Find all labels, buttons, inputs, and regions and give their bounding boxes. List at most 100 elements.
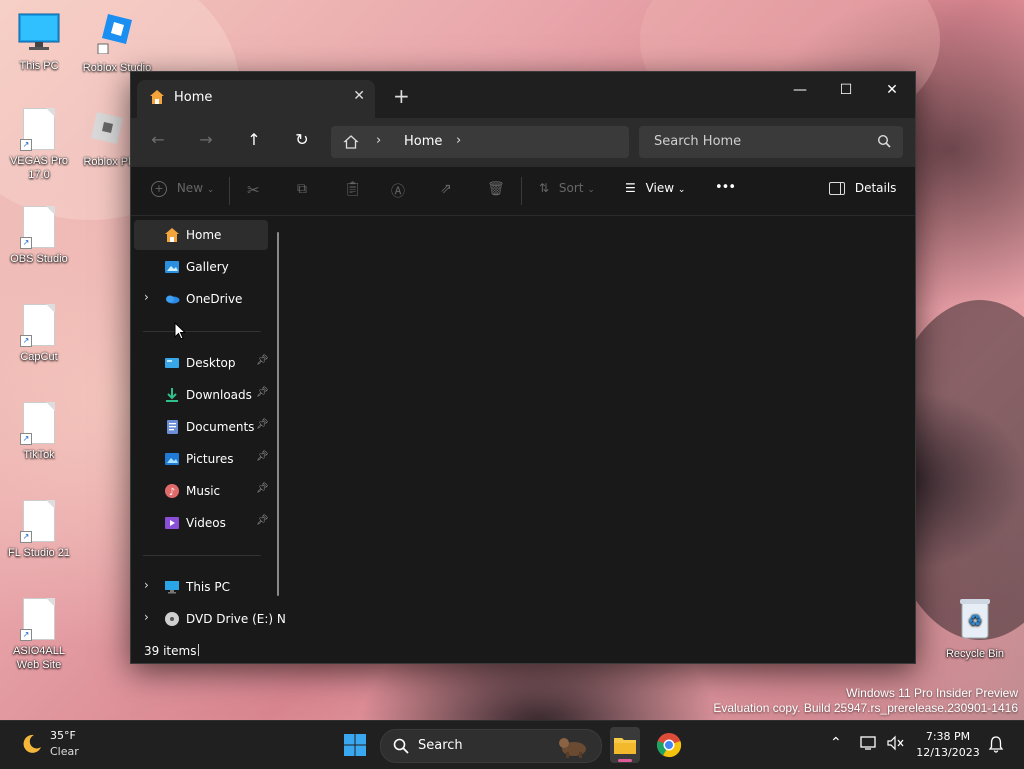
desktop-icon-label: TikTok bbox=[23, 449, 55, 461]
svg-text:♻: ♻ bbox=[968, 611, 982, 630]
file-shortcut-icon: ↗ bbox=[20, 304, 55, 347]
desktop-icon-label: ASIO4ALL Web Site bbox=[13, 645, 65, 671]
weather-temperature[interactable]: 35°F bbox=[50, 729, 76, 742]
more-options-button[interactable]: ••• bbox=[715, 180, 736, 195]
desktop-icon-tiktok[interactable]: ↗ TikTok bbox=[2, 402, 76, 462]
taskbar: 35°F Clear Search ⌃ 7:38 PM 12/13/2023 bbox=[0, 720, 1024, 769]
back-arrow-icon[interactable]: ← bbox=[145, 130, 171, 154]
desktop-icon-roblox-studio[interactable]: Roblox Studio bbox=[80, 10, 154, 75]
windows-start-icon[interactable] bbox=[343, 733, 367, 760]
taskbar-search-box[interactable]: Search bbox=[380, 729, 602, 763]
divider bbox=[229, 177, 230, 205]
pin-icon: 📌︎ bbox=[256, 355, 269, 366]
up-arrow-icon[interactable]: ↑ bbox=[241, 130, 267, 154]
display-icon[interactable] bbox=[860, 735, 878, 754]
forward-arrow-icon[interactable]: → bbox=[193, 130, 219, 154]
rename-icon[interactable]: Ⓐ bbox=[391, 181, 405, 201]
desktop-icon-vegas-pro[interactable]: ↗ VEGAS Pro 17.0 bbox=[2, 108, 76, 182]
new-tab-button[interactable]: + bbox=[393, 84, 410, 108]
new-button[interactable]: + New ⌄ bbox=[151, 181, 214, 197]
pin-icon: 📌︎ bbox=[256, 515, 269, 526]
share-icon[interactable]: ⇗ bbox=[440, 181, 452, 197]
file-shortcut-icon: ↗ bbox=[20, 500, 55, 543]
sort-label: Sort bbox=[558, 181, 584, 195]
search-highlight-icon bbox=[557, 733, 591, 762]
refresh-icon[interactable]: ↻ bbox=[289, 130, 315, 154]
details-pane-icon bbox=[829, 182, 845, 195]
close-tab-icon[interactable]: ✕ bbox=[353, 88, 365, 104]
sidebar-scrollbar[interactable] bbox=[277, 232, 279, 596]
clock-time: 7:38 PM bbox=[925, 730, 971, 743]
sidebar-item-pictures[interactable]: Pictures 📌︎ bbox=[134, 444, 269, 474]
desktop-icon-capcut[interactable]: ↗ CapCut bbox=[2, 304, 76, 364]
title-bar: Home ✕ + — ☐ ✕ bbox=[131, 72, 915, 118]
chevron-right-icon[interactable]: › bbox=[144, 610, 149, 624]
desktop-icon-label: Roblox Pl bbox=[83, 156, 131, 168]
watermark-line-1: Windows 11 Pro Insider Preview bbox=[846, 686, 1018, 700]
monitor-icon bbox=[2, 12, 76, 56]
sidebar-item-onedrive[interactable]: › OneDrive bbox=[134, 284, 268, 314]
delete-icon[interactable]: 🗑︎ bbox=[487, 181, 505, 197]
desktop-icon-obs-studio[interactable]: ↗ OBS Studio bbox=[2, 206, 76, 266]
weather-condition[interactable]: Clear bbox=[50, 745, 79, 758]
clock[interactable]: 7:38 PM 12/13/2023 bbox=[910, 729, 986, 761]
desktop-icon-this-pc[interactable]: This PC bbox=[2, 12, 76, 73]
desktop-icon-asio4all[interactable]: ↗ ASIO4ALL Web Site bbox=[2, 598, 76, 672]
sort-button[interactable]: ⇅ Sort ⌄ bbox=[539, 181, 595, 195]
sidebar-item-music[interactable]: ♪ Music 📌︎ bbox=[134, 476, 269, 506]
sidebar-item-videos[interactable]: Videos 📌︎ bbox=[134, 508, 269, 538]
close-window-button[interactable]: ✕ bbox=[869, 76, 915, 104]
pin-icon: 📌︎ bbox=[256, 419, 269, 430]
file-shortcut-icon: ↗ bbox=[20, 206, 55, 249]
file-shortcut-icon: ↗ bbox=[20, 402, 55, 445]
sidebar-item-gallery[interactable]: Gallery bbox=[134, 252, 268, 282]
search-box[interactable]: Search Home bbox=[639, 126, 903, 158]
chrome-icon[interactable] bbox=[656, 732, 682, 761]
clock-date: 12/13/2023 bbox=[916, 746, 980, 759]
chevron-right-icon[interactable]: › bbox=[144, 578, 149, 592]
mouse-cursor-icon bbox=[174, 321, 187, 343]
desktop-icon-label: VEGAS Pro 17.0 bbox=[9, 155, 69, 181]
address-bar[interactable]: › Home › bbox=[331, 126, 629, 158]
minimize-button[interactable]: — bbox=[777, 76, 823, 104]
view-list-icon: ☰ bbox=[625, 181, 636, 195]
chevron-right-icon[interactable]: › bbox=[144, 290, 149, 304]
maximize-button[interactable]: ☐ bbox=[823, 76, 869, 104]
desktop-icon-fl-studio[interactable]: ↗ FL Studio 21 bbox=[2, 500, 76, 560]
desktop-icon-recycle-bin[interactable]: ♻ Recycle Bin bbox=[938, 596, 1012, 661]
sidebar-item-documents[interactable]: Documents 📌︎ bbox=[134, 412, 269, 442]
sidebar-item-desktop[interactable]: Desktop 📌︎ bbox=[134, 348, 269, 378]
pictures-icon bbox=[164, 451, 180, 467]
sidebar-item-label: Music bbox=[186, 484, 221, 498]
file-explorer-taskbar-icon[interactable] bbox=[610, 727, 640, 763]
desktop-icon-label: OBS Studio bbox=[10, 253, 68, 265]
sidebar-item-home[interactable]: Home bbox=[134, 220, 268, 250]
sidebar-divider bbox=[143, 555, 261, 556]
documents-icon bbox=[164, 419, 180, 435]
sort-icon: ⇅ bbox=[539, 181, 550, 195]
notification-bell-icon[interactable] bbox=[988, 735, 1004, 756]
tab-home[interactable]: Home ✕ bbox=[137, 80, 375, 118]
paste-icon[interactable]: 📋︎ bbox=[344, 181, 362, 197]
details-button[interactable]: Details bbox=[829, 181, 896, 195]
chevron-right-icon[interactable]: › bbox=[456, 133, 461, 148]
chevron-up-icon[interactable]: ⌃ bbox=[830, 735, 842, 751]
recycle-bin-icon: ♻ bbox=[938, 596, 1012, 644]
sidebar-item-downloads[interactable]: Downloads 📌︎ bbox=[134, 380, 269, 410]
sidebar-item-dvd-drive[interactable]: › DVD Drive (E:) N bbox=[134, 604, 286, 634]
this-pc-icon bbox=[164, 579, 180, 595]
view-button[interactable]: ☰ View ⌄ bbox=[625, 181, 685, 195]
sidebar-item-this-pc[interactable]: › This PC bbox=[134, 572, 268, 602]
moon-weather-icon[interactable] bbox=[20, 732, 44, 759]
navigation-bar: ← → ↑ ↻ › Home › Search Home bbox=[131, 118, 915, 166]
copy-icon[interactable]: ⧉ bbox=[297, 181, 307, 197]
cut-icon[interactable]: ✂ bbox=[247, 181, 260, 199]
sidebar-item-label: OneDrive bbox=[186, 292, 243, 306]
divider bbox=[521, 177, 522, 205]
home-icon bbox=[149, 89, 165, 108]
chevron-right-icon[interactable]: › bbox=[376, 133, 381, 148]
volume-muted-icon[interactable] bbox=[886, 735, 904, 754]
desktop-icon-label: Recycle Bin bbox=[945, 648, 1005, 660]
sidebar-item-label: This PC bbox=[186, 580, 230, 594]
breadcrumb-home[interactable]: Home bbox=[404, 134, 442, 149]
